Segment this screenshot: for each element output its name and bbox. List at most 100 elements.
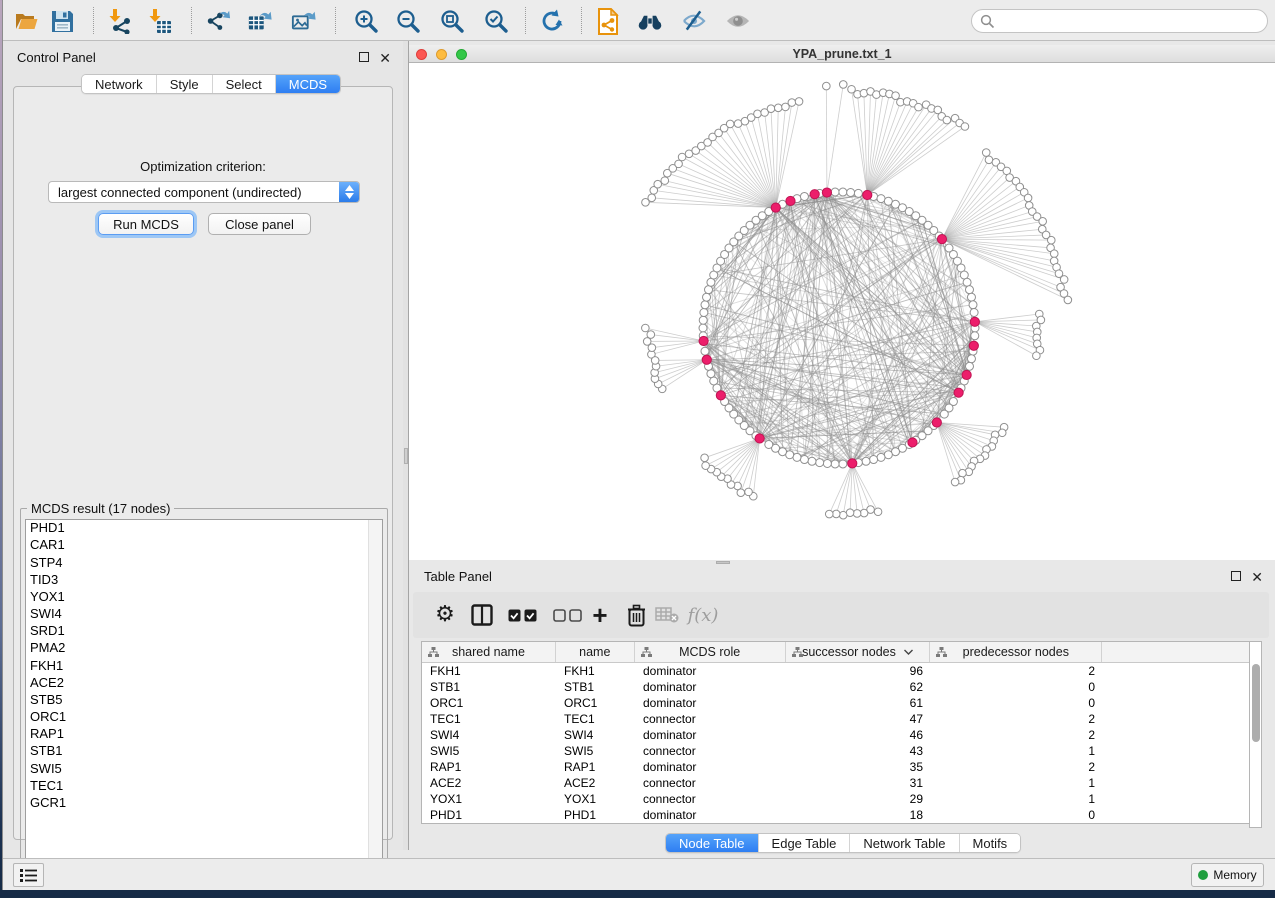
table-options-icon[interactable]: ⚙ [431, 601, 459, 629]
mcds-result-item[interactable]: SWI4 [26, 606, 382, 623]
mcds-result-item[interactable]: RAP1 [26, 726, 382, 743]
tab-style[interactable]: Style [157, 75, 213, 93]
mcds-result-item[interactable]: TID3 [26, 572, 382, 589]
network-graph[interactable] [409, 63, 1275, 560]
table-row[interactable]: ORC1ORC1dominator610 [422, 695, 1249, 711]
table-cell[interactable]: RAP1 [556, 759, 635, 775]
zoom-selected-icon[interactable] [483, 8, 509, 34]
export-table-icon[interactable] [247, 8, 273, 34]
export-network-icon[interactable] [205, 8, 231, 34]
open-file-icon[interactable] [13, 8, 39, 34]
mcds-result-item[interactable]: GCR1 [26, 795, 382, 812]
tab-network[interactable]: Network [82, 75, 157, 93]
table-row[interactable]: TEC1TEC1connector472 [422, 711, 1249, 727]
column-header-name[interactable]: name [556, 642, 635, 662]
create-column-icon[interactable]: + [586, 601, 614, 629]
table-cell[interactable]: 62 [786, 679, 931, 695]
save-session-icon[interactable] [49, 8, 75, 34]
deselect-all-icon[interactable] [551, 601, 585, 629]
table-cell[interactable]: TEC1 [556, 711, 635, 727]
tab-edge-table[interactable]: Edge Table [759, 834, 851, 852]
mcds-result-item[interactable]: STP4 [26, 554, 382, 571]
import-network-icon[interactable] [107, 8, 133, 34]
zoom-fit-icon[interactable] [439, 8, 465, 34]
table-scrollbar-thumb[interactable] [1252, 664, 1260, 742]
show-panels-icon[interactable] [725, 8, 751, 34]
column-header-MCDS-role[interactable]: MCDS role [635, 642, 786, 662]
table-cell[interactable]: 1 [931, 775, 1103, 791]
table-cell[interactable]: 0 [931, 679, 1103, 695]
table-cell[interactable]: dominator [635, 727, 786, 743]
mcds-result-item[interactable]: PHD1 [26, 520, 382, 537]
table-cell[interactable]: 2 [931, 727, 1103, 743]
table-cell[interactable]: 2 [931, 663, 1103, 679]
table-cell[interactable]: dominator [635, 759, 786, 775]
mcds-result-item[interactable]: STB5 [26, 692, 382, 709]
float-table-panel-icon[interactable] [1231, 571, 1241, 581]
horizontal-splitter-handle[interactable] [716, 561, 730, 564]
table-cell[interactable]: 1 [931, 791, 1103, 807]
table-cell[interactable]: 2 [931, 711, 1103, 727]
mcds-result-item[interactable]: SRD1 [26, 623, 382, 640]
delete-columns-icon[interactable] [622, 601, 650, 629]
export-image-icon[interactable] [291, 8, 317, 34]
apply-layout-icon[interactable] [539, 8, 565, 34]
table-scrollbar[interactable] [1249, 641, 1262, 828]
table-cell[interactable]: SWI5 [422, 743, 556, 759]
mcds-result-item[interactable]: ACE2 [26, 675, 382, 692]
table-row[interactable]: SWI4SWI4dominator462 [422, 727, 1249, 743]
mcds-result-item[interactable]: STB1 [26, 743, 382, 760]
memory-button[interactable]: Memory [1191, 863, 1264, 887]
mcds-result-item[interactable]: FKH1 [26, 657, 382, 674]
run-mcds-button[interactable]: Run MCDS [98, 213, 194, 235]
table-cell[interactable]: TEC1 [422, 711, 556, 727]
table-cell[interactable]: FKH1 [422, 663, 556, 679]
mcds-result-item[interactable]: TEC1 [26, 778, 382, 795]
table-cell[interactable]: dominator [635, 663, 786, 679]
table-cell[interactable]: SWI5 [556, 743, 635, 759]
table-row[interactable]: RAP1RAP1dominator352 [422, 759, 1249, 775]
delete-table-icon[interactable] [653, 601, 681, 629]
table-cell[interactable]: 1 [931, 743, 1103, 759]
hide-panels-icon[interactable] [681, 8, 707, 34]
table-cell[interactable]: ORC1 [422, 695, 556, 711]
tab-node-table[interactable]: Node Table [666, 834, 759, 852]
search-window-icon[interactable] [637, 8, 663, 34]
table-row[interactable]: ACE2ACE2connector311 [422, 775, 1249, 791]
select-all-icon[interactable] [506, 601, 540, 629]
close-table-panel-icon[interactable]: ✕ [1251, 569, 1263, 586]
table-cell[interactable]: 61 [786, 695, 931, 711]
close-panel-icon[interactable]: ✕ [379, 50, 391, 67]
table-cell[interactable]: 96 [786, 663, 931, 679]
network-document-icon[interactable] [595, 8, 621, 34]
table-cell[interactable]: STB1 [556, 679, 635, 695]
table-cell[interactable]: STB1 [422, 679, 556, 695]
close-panel-button[interactable]: Close panel [208, 213, 311, 235]
table-cell[interactable]: dominator [635, 807, 786, 823]
table-cell[interactable]: 35 [786, 759, 931, 775]
import-table-icon[interactable] [147, 8, 173, 34]
network-window-titlebar[interactable]: YPA_prune.txt_1 [409, 45, 1275, 63]
table-cell[interactable]: connector [635, 711, 786, 727]
tab-mcds[interactable]: MCDS [276, 75, 340, 93]
mcds-list-scrollbar[interactable] [368, 520, 382, 874]
table-cell[interactable]: SWI4 [556, 727, 635, 743]
table-cell[interactable]: 31 [786, 775, 931, 791]
mcds-result-item[interactable]: SWI5 [26, 760, 382, 777]
table-row[interactable]: YOX1YOX1connector291 [422, 791, 1249, 807]
search-input[interactable] [971, 9, 1268, 33]
table-cell[interactable]: 29 [786, 791, 931, 807]
table-cell[interactable]: SWI4 [422, 727, 556, 743]
table-cell[interactable]: YOX1 [422, 791, 556, 807]
table-cell[interactable]: RAP1 [422, 759, 556, 775]
show-column-panel-icon[interactable] [468, 601, 496, 629]
table-cell[interactable]: ORC1 [556, 695, 635, 711]
table-cell[interactable]: 43 [786, 743, 931, 759]
table-cell[interactable]: connector [635, 743, 786, 759]
table-cell[interactable]: 0 [931, 695, 1103, 711]
column-header-successor-nodes[interactable]: successor nodes [786, 642, 931, 662]
criterion-dropdown[interactable]: largest connected component (undirected) [48, 181, 360, 203]
table-cell[interactable]: FKH1 [556, 663, 635, 679]
column-header-predecessor-nodes[interactable]: predecessor nodes [930, 642, 1102, 662]
mcds-result-item[interactable]: YOX1 [26, 589, 382, 606]
